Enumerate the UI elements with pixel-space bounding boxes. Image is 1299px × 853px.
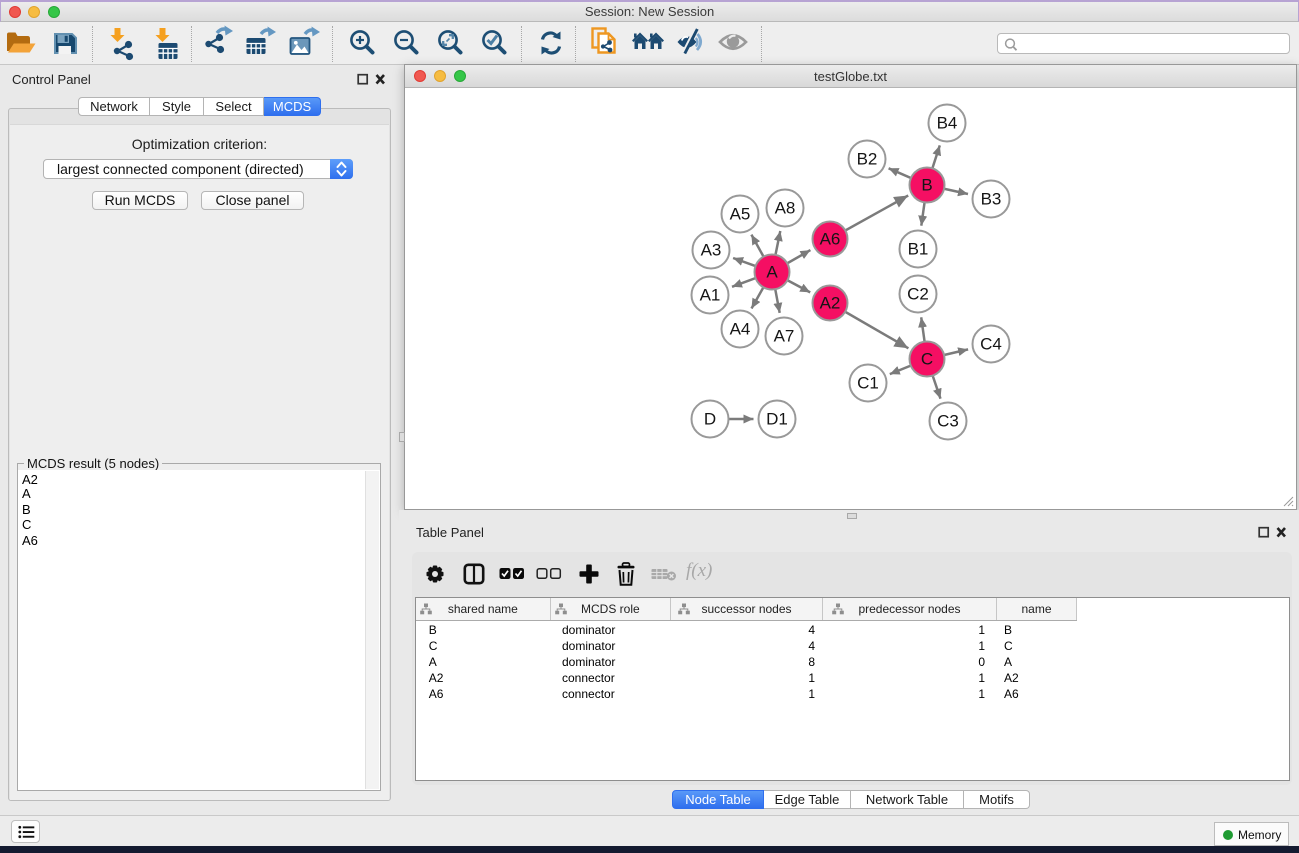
svg-text:A1: A1 (700, 286, 721, 305)
svg-text:B1: B1 (908, 240, 929, 259)
svg-text:B4: B4 (937, 114, 958, 133)
svg-text:A: A (766, 263, 778, 282)
svg-text:B3: B3 (981, 190, 1002, 209)
svg-text:C2: C2 (907, 285, 929, 304)
svg-text:A2: A2 (820, 294, 841, 313)
svg-text:A5: A5 (730, 205, 751, 224)
svg-text:D: D (704, 410, 716, 429)
svg-text:C4: C4 (980, 335, 1002, 354)
svg-text:B2: B2 (857, 150, 878, 169)
svg-text:A8: A8 (775, 199, 796, 218)
svg-text:C3: C3 (937, 412, 959, 431)
svg-text:C: C (921, 350, 933, 369)
svg-text:B: B (921, 176, 932, 195)
svg-text:A3: A3 (701, 241, 722, 260)
svg-text:D1: D1 (766, 410, 788, 429)
svg-text:C1: C1 (857, 374, 879, 393)
svg-text:A6: A6 (820, 230, 841, 249)
svg-text:A4: A4 (730, 320, 751, 339)
svg-text:A7: A7 (774, 327, 795, 346)
